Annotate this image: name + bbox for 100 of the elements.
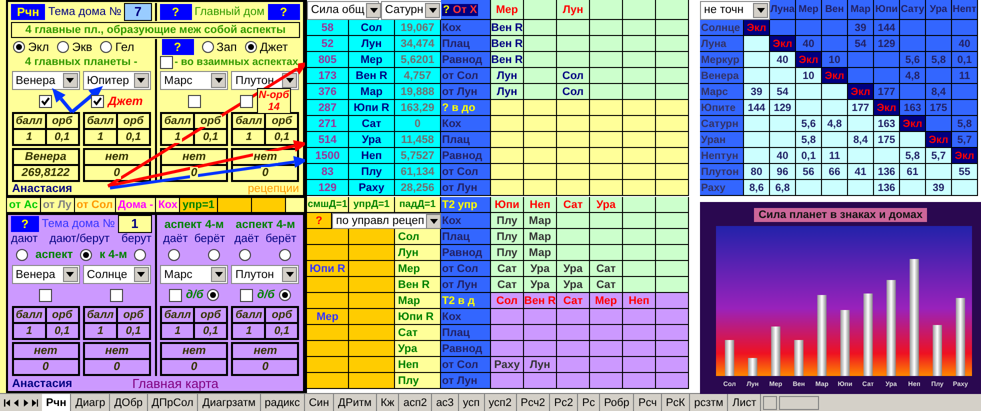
method-label: Кох bbox=[441, 213, 491, 229]
checkbox[interactable] bbox=[90, 94, 104, 108]
dropdown[interactable]: Венера bbox=[12, 265, 80, 284]
radio-button[interactable]: Гел bbox=[100, 40, 134, 54]
strength-value: 805 bbox=[307, 52, 349, 68]
sheet-tab[interactable]: Рчн bbox=[42, 394, 72, 411]
option-label: берёт bbox=[265, 233, 296, 247]
planet-entry: Мер bbox=[590, 293, 623, 309]
column-header: Мар bbox=[848, 0, 874, 20]
caret-icon bbox=[211, 267, 226, 282]
planet-entry: Сол bbox=[491, 293, 524, 309]
radio-button[interactable] bbox=[279, 249, 292, 261]
dropdown[interactable]: Сатурн bbox=[381, 0, 442, 20]
dropdown[interactable]: Солнце bbox=[82, 265, 151, 284]
help-button[interactable]: ? bbox=[160, 4, 192, 20]
checkbox[interactable] bbox=[160, 56, 172, 68]
first-tab-icon[interactable] bbox=[4, 398, 10, 406]
aspect-value: 4,8 bbox=[900, 68, 926, 84]
method-label: Плац bbox=[441, 132, 491, 148]
radio-button[interactable]: Зап bbox=[202, 40, 237, 54]
aspect-value: 163 bbox=[900, 100, 926, 116]
score-value: 1 bbox=[25, 131, 34, 143]
dropdown[interactable]: по управл рецеп bbox=[332, 213, 444, 229]
score-value: 1 bbox=[174, 325, 182, 337]
planet-entry: Ура bbox=[557, 277, 590, 293]
dropdown[interactable]: Плутон bbox=[231, 265, 300, 284]
orb-value: 0,1 bbox=[273, 131, 291, 143]
checkbox[interactable] bbox=[39, 288, 52, 302]
planet-entry: Вен R bbox=[491, 52, 524, 68]
aspect-value: 0,1 bbox=[796, 148, 822, 164]
result-text: нет bbox=[181, 151, 207, 163]
previous-tab-icon[interactable] bbox=[13, 398, 20, 406]
orb-label: орб bbox=[200, 309, 222, 321]
degree-value: 34,474 bbox=[395, 36, 441, 52]
planet-name: Юпи R bbox=[349, 100, 395, 116]
score-label: балл bbox=[163, 115, 192, 127]
radio-button[interactable] bbox=[208, 249, 220, 261]
column-header: Мер bbox=[491, 0, 524, 20]
help-button[interactable]: ? bbox=[11, 216, 39, 232]
planet-entry: Плу bbox=[491, 245, 524, 261]
orb-value: 0,1 bbox=[53, 131, 71, 143]
checkbox[interactable] bbox=[168, 288, 182, 302]
planet-name: Сат bbox=[395, 325, 441, 341]
aspect-value: 5,8 bbox=[952, 116, 978, 132]
rule-label: смшД=1 bbox=[307, 197, 349, 213]
orb-label: орб bbox=[270, 309, 293, 321]
last-tab-icon[interactable] bbox=[32, 398, 38, 406]
section-label: рецепции bbox=[248, 182, 299, 194]
aspect-value: 144 bbox=[744, 100, 770, 116]
planet-entry: Вен R bbox=[491, 20, 524, 36]
checkbox[interactable] bbox=[39, 94, 52, 108]
next-tab-icon[interactable] bbox=[22, 398, 29, 406]
radio-button[interactable]: Экл bbox=[13, 40, 50, 54]
planet-entry: Ура bbox=[524, 261, 557, 277]
dropdown[interactable]: Венера bbox=[12, 71, 80, 90]
rule-label: упрД=1 bbox=[349, 197, 395, 213]
aspect-value: 80 bbox=[744, 164, 770, 180]
help-button[interactable]: ? bbox=[162, 39, 194, 55]
number-field[interactable]: 7 bbox=[124, 3, 152, 21]
radio-button[interactable] bbox=[239, 249, 252, 261]
radio-button[interactable] bbox=[168, 249, 180, 261]
aspect-value: 41 bbox=[848, 164, 874, 180]
score-value: 1 bbox=[244, 131, 253, 143]
caption-text: аспект bbox=[35, 249, 73, 261]
dropdown[interactable]: Марс bbox=[160, 265, 228, 284]
rule-label: от Сол bbox=[74, 198, 116, 212]
column-header: Вен bbox=[822, 0, 848, 20]
radio-button[interactable] bbox=[207, 289, 220, 301]
degree-value: 4,757 bbox=[395, 68, 441, 84]
aspect-value: 55 bbox=[952, 164, 978, 180]
degree-value: 19,888 bbox=[395, 84, 441, 100]
radio-button[interactable] bbox=[16, 249, 28, 261]
radio-button[interactable] bbox=[278, 289, 291, 301]
checkbox[interactable] bbox=[240, 94, 253, 108]
number-field[interactable]: 1 bbox=[118, 215, 152, 233]
help-button[interactable]: ? bbox=[268, 4, 300, 20]
dropdown[interactable]: Юпитер bbox=[82, 71, 151, 90]
method-label: T2 в д bbox=[441, 293, 491, 309]
orb-label: N-орб bbox=[258, 89, 290, 101]
aspect-value: 0,1 bbox=[952, 52, 978, 68]
method-label: от Лун bbox=[441, 84, 491, 100]
checkbox[interactable] bbox=[240, 288, 254, 302]
dropdown[interactable]: Сила общ bbox=[307, 0, 379, 20]
planet-name: Ура bbox=[349, 132, 395, 148]
checkbox[interactable] bbox=[188, 94, 201, 108]
dropdown[interactable]: Марс bbox=[160, 71, 228, 90]
aspect-value: 4,8 bbox=[822, 116, 848, 132]
checkbox[interactable] bbox=[110, 288, 124, 302]
sheet-button[interactable]: Рчн bbox=[11, 4, 46, 20]
planet-name: Мер bbox=[395, 261, 441, 277]
ruler-name: Мер bbox=[307, 309, 349, 325]
radio-button[interactable]: Экв bbox=[57, 40, 92, 54]
dropdown[interactable]: не точн bbox=[700, 0, 770, 20]
aspect-value: 40 bbox=[770, 148, 796, 164]
aspect-value: 66 bbox=[822, 164, 848, 180]
aspect-value: 40 bbox=[770, 52, 796, 68]
planet-name: Плу bbox=[395, 373, 441, 389]
radio-button[interactable]: Джет bbox=[244, 40, 288, 54]
radio-button[interactable] bbox=[80, 249, 92, 261]
radio-button[interactable] bbox=[134, 249, 146, 261]
